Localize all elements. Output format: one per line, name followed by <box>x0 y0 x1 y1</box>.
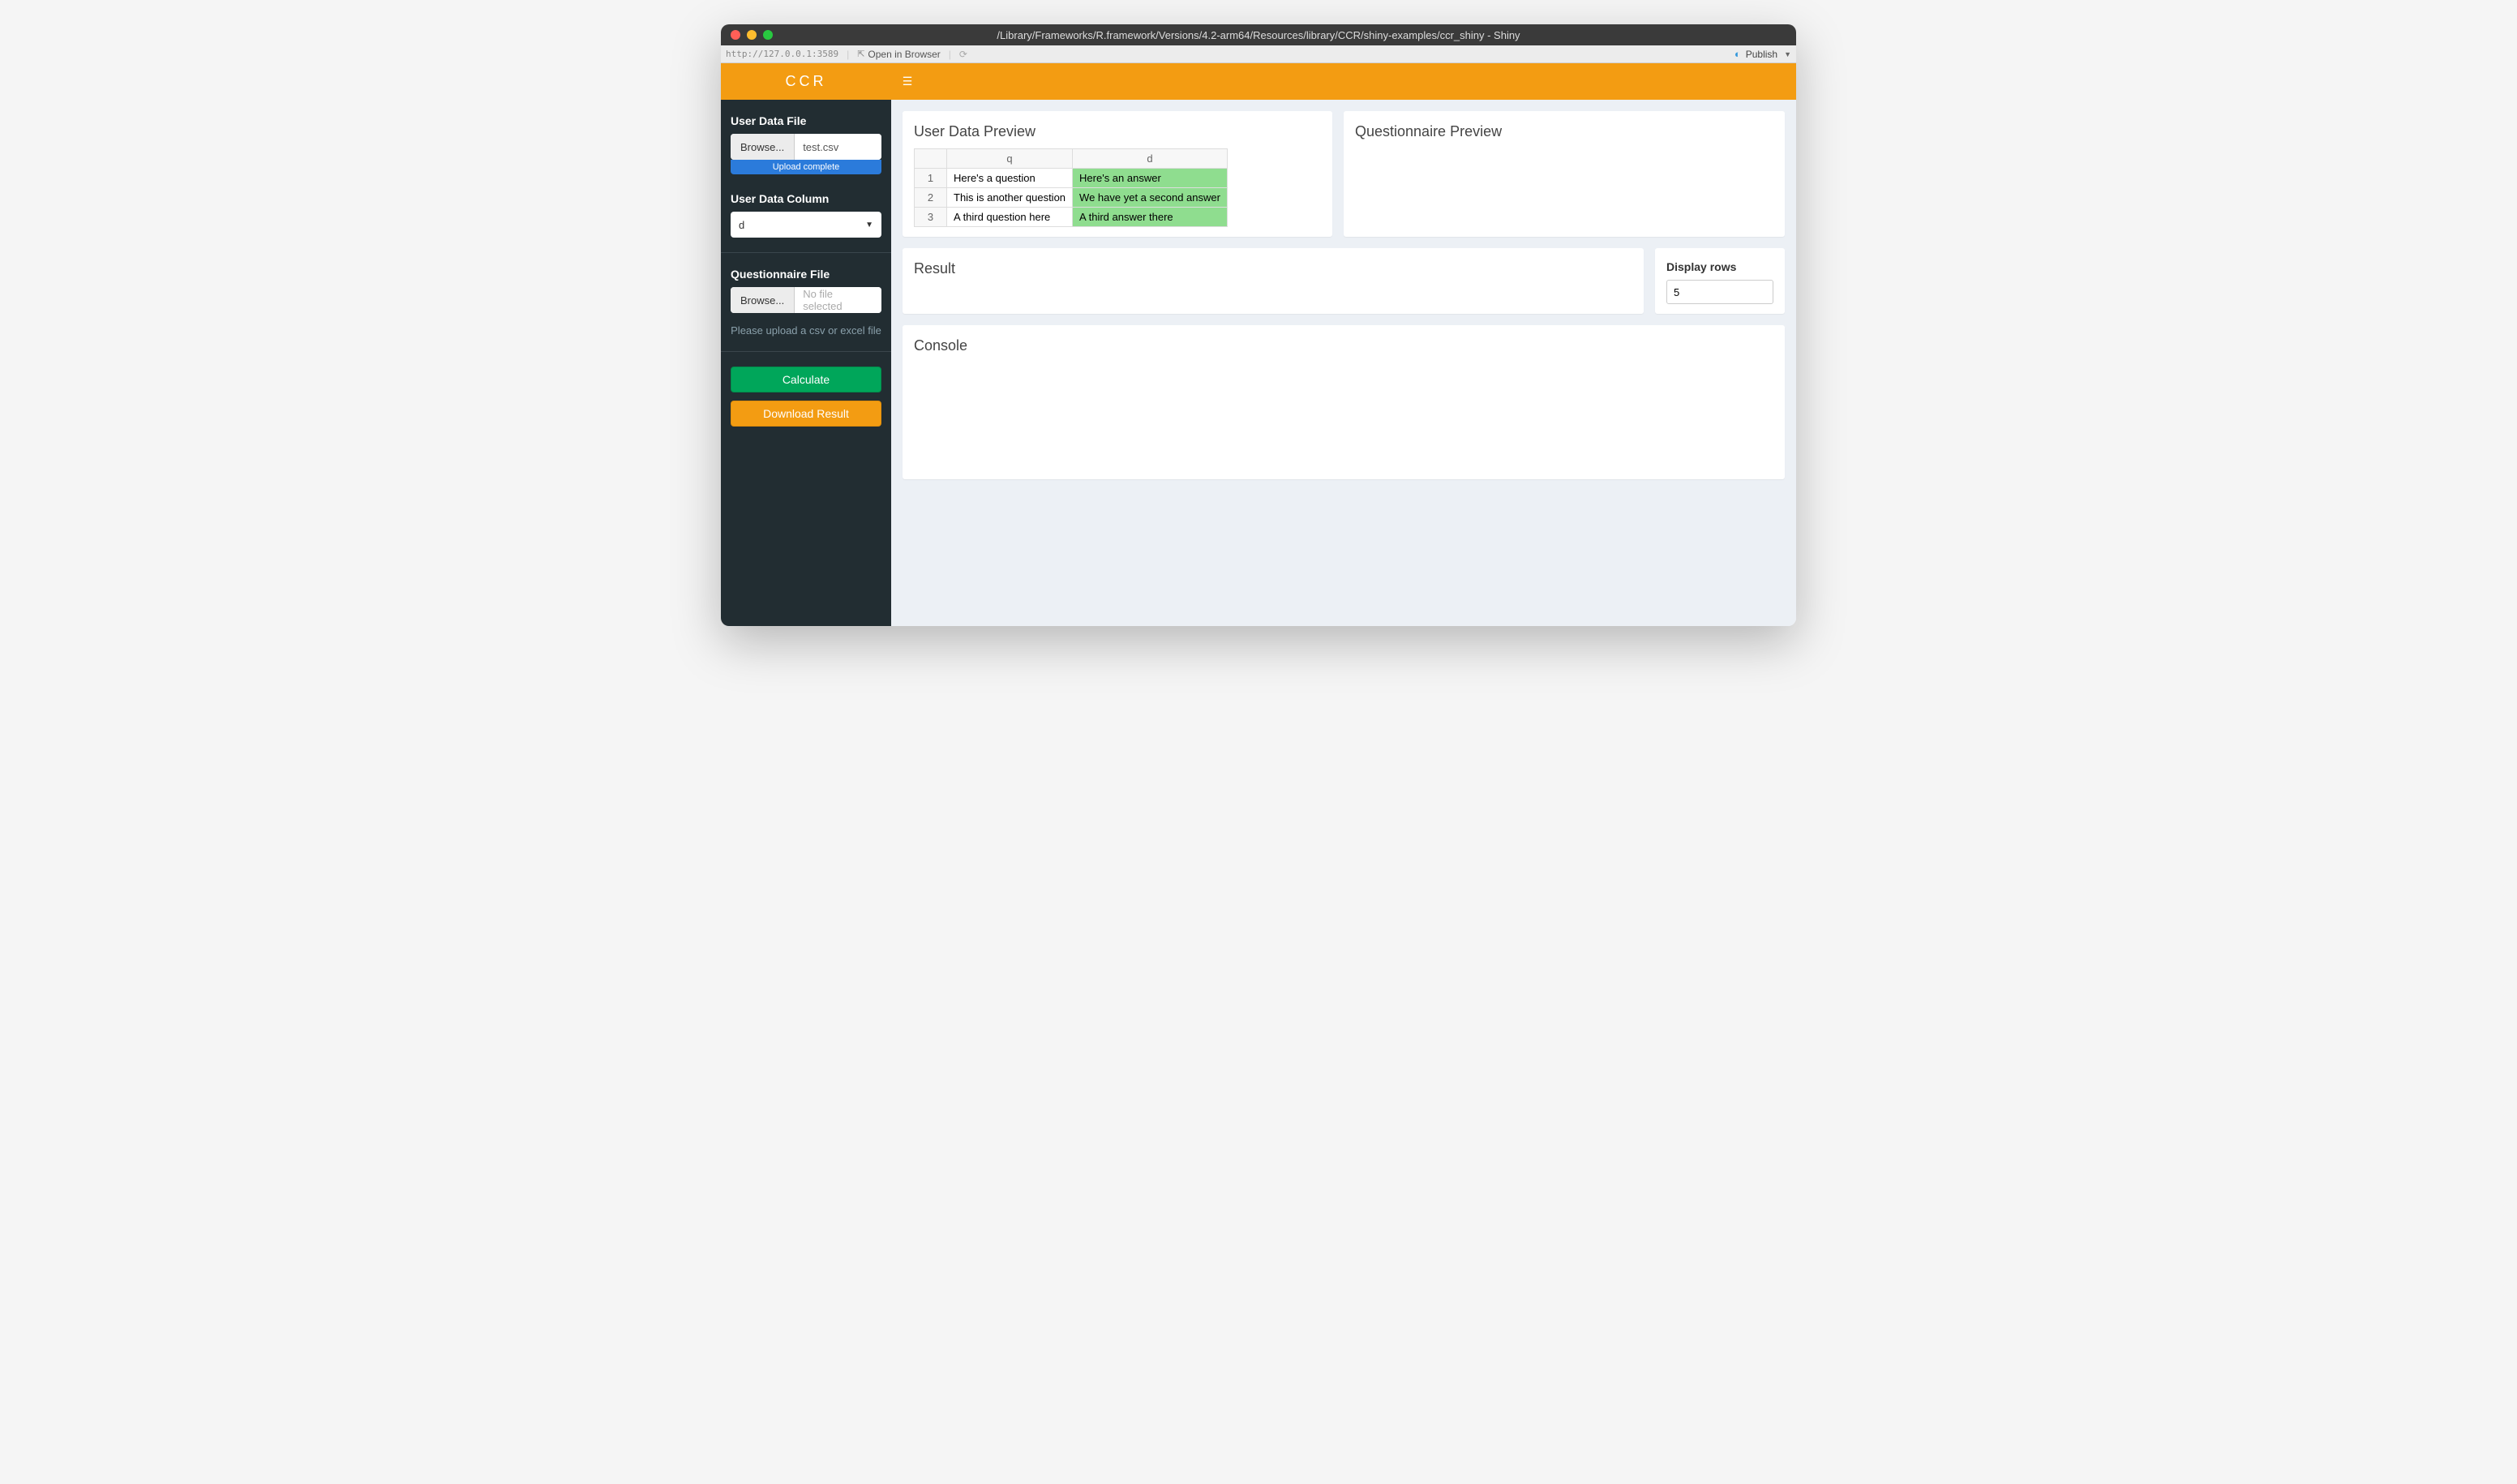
user-data-file-input[interactable]: Browse... test.csv <box>731 134 881 160</box>
questionnaire-file-label: Questionnaire File <box>731 268 881 281</box>
sidebar-helper-text: Please upload a csv or excel file <box>731 324 881 337</box>
upload-progress: Upload complete <box>731 160 881 174</box>
user-data-filename: test.csv <box>795 134 881 160</box>
questionnaire-filename: No file selected <box>795 287 881 313</box>
hamburger-icon: ☰ <box>903 75 913 88</box>
table-row: 1 Here's a question Here's an answer <box>915 169 1228 188</box>
cell-q: This is another question <box>947 188 1073 208</box>
user-data-column-label: User Data Column <box>731 192 881 205</box>
publish-button[interactable]: ◐ Publish ▼ <box>1734 48 1791 60</box>
result-box: Result <box>903 248 1644 314</box>
sidebar-divider <box>721 252 891 253</box>
table-row: 2 This is another question We have yet a… <box>915 188 1228 208</box>
sidebar: User Data File Browse... test.csv Upload… <box>721 100 891 626</box>
table-header: d <box>1073 149 1228 169</box>
display-rows-label: Display rows <box>1666 260 1773 273</box>
user-data-column-select[interactable]: d ▼ <box>731 212 881 238</box>
toolbar-separator: | <box>847 49 849 60</box>
user-data-browse-button[interactable]: Browse... <box>731 134 795 160</box>
table-header: q <box>947 149 1073 169</box>
reload-button[interactable]: ⟳ <box>959 49 967 60</box>
questionnaire-preview-box: Questionnaire Preview <box>1344 111 1785 237</box>
questionnaire-browse-button[interactable]: Browse... <box>731 287 795 313</box>
toolbar-separator: | <box>949 49 951 60</box>
console-box: Console <box>903 325 1785 479</box>
popout-icon: ⇱ <box>857 49 864 59</box>
app-window: /Library/Frameworks/R.framework/Versions… <box>721 24 1796 626</box>
calculate-button[interactable]: Calculate <box>731 367 881 392</box>
window-title: /Library/Frameworks/R.framework/Versions… <box>721 29 1796 41</box>
user-data-preview-title: User Data Preview <box>914 123 1321 140</box>
titlebar: /Library/Frameworks/R.framework/Versions… <box>721 24 1796 45</box>
table-row: 3 A third question here A third answer t… <box>915 208 1228 227</box>
app-header: CCR ☰ <box>721 63 1796 100</box>
cell-d: Here's an answer <box>1073 169 1228 188</box>
result-title: Result <box>914 260 1632 277</box>
toolbar: http://127.0.0.1:3589 | ⇱ Open in Browse… <box>721 45 1796 63</box>
window-controls <box>721 30 773 40</box>
row-number: 3 <box>915 208 947 227</box>
user-data-file-label: User Data File <box>731 114 881 127</box>
row-number: 2 <box>915 188 947 208</box>
url-display: http://127.0.0.1:3589 <box>726 49 838 59</box>
cell-q: Here's a question <box>947 169 1073 188</box>
publish-label: Publish <box>1746 49 1777 60</box>
cell-d: A third answer there <box>1073 208 1228 227</box>
app-logo: CCR <box>721 63 891 100</box>
publish-icon: ◐ <box>1734 48 1741 60</box>
maximize-window-button[interactable] <box>763 30 773 40</box>
user-data-preview-box: User Data Preview q d 1 <box>903 111 1332 237</box>
cell-d: We have yet a second answer <box>1073 188 1228 208</box>
open-in-browser-label: Open in Browser <box>868 49 940 60</box>
user-data-column-value: d <box>739 219 744 231</box>
close-window-button[interactable] <box>731 30 740 40</box>
row-number: 1 <box>915 169 947 188</box>
console-title: Console <box>914 337 1773 354</box>
app-body: User Data File Browse... test.csv Upload… <box>721 100 1796 626</box>
sidebar-toggle-button[interactable]: ☰ <box>891 75 924 88</box>
main-content: User Data Preview q d 1 <box>891 100 1796 626</box>
questionnaire-preview-title: Questionnaire Preview <box>1355 123 1773 140</box>
display-rows-input[interactable] <box>1666 280 1773 304</box>
minimize-window-button[interactable] <box>747 30 757 40</box>
display-rows-box: Display rows <box>1655 248 1785 314</box>
sidebar-divider <box>721 351 891 352</box>
caret-down-icon: ▼ <box>865 221 873 229</box>
table-header <box>915 149 947 169</box>
download-result-button[interactable]: Download Result <box>731 401 881 427</box>
questionnaire-file-input[interactable]: Browse... No file selected <box>731 287 881 313</box>
open-in-browser-button[interactable]: ⇱ Open in Browser <box>857 49 941 60</box>
cell-q: A third question here <box>947 208 1073 227</box>
caret-down-icon: ▼ <box>1784 50 1791 58</box>
user-data-preview-table: q d 1 Here's a question Here's an answer <box>914 148 1228 227</box>
